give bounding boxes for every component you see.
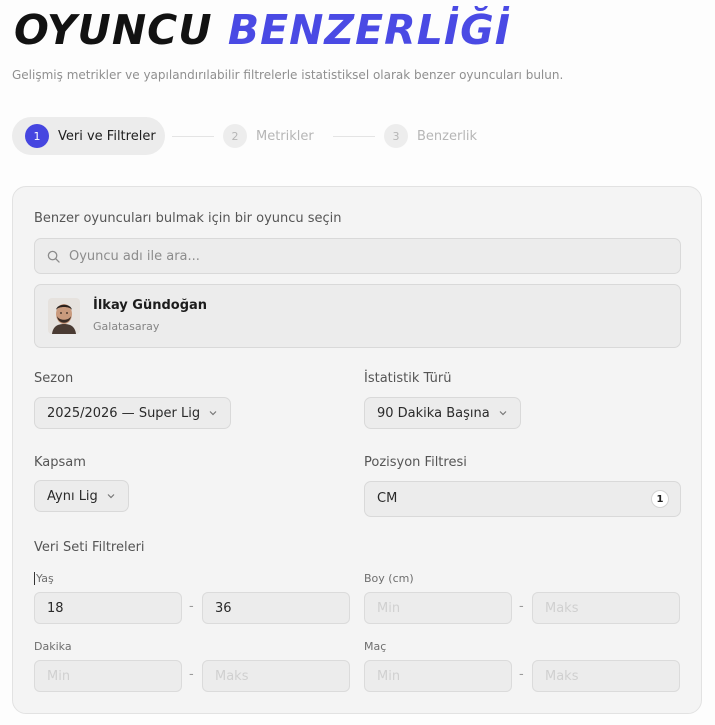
step-number: 1: [25, 124, 49, 148]
height-max-input[interactable]: Maks: [532, 592, 680, 624]
height-min-input[interactable]: Min: [364, 592, 512, 624]
matches-max-input[interactable]: Maks: [532, 660, 680, 692]
age-max-input[interactable]: 36: [202, 592, 350, 624]
dataset-filters-label: Veri Seti Filtreleri: [34, 540, 145, 555]
stepper: 1 Veri ve Filtreler 2 Metrikler 3 Benzer…: [12, 117, 532, 155]
range-separator: -: [519, 599, 524, 614]
range-separator: -: [189, 599, 194, 614]
stat-type-label: İstatistik Türü: [364, 371, 452, 386]
step-similarity[interactable]: 3 Benzerlik: [384, 117, 477, 155]
title-part-2: BENZERLİĞİ: [227, 6, 512, 54]
age-label: Yaş: [36, 572, 54, 585]
player-team: Galatasaray: [93, 320, 160, 333]
title-part-1: OYUNCU: [14, 6, 213, 54]
step-connector: [333, 136, 375, 137]
age-min-input[interactable]: 18: [34, 592, 182, 624]
search-placeholder: Oyuncu adı ile ara...: [69, 248, 200, 264]
player-select-label: Benzer oyuncuları bulmak için bir oyuncu…: [34, 211, 342, 226]
position-filter-select[interactable]: CM 1: [364, 481, 681, 517]
position-filter-label: Pozisyon Filtresi: [364, 455, 467, 470]
step-number: 3: [384, 124, 408, 148]
matches-min-input[interactable]: Min: [364, 660, 512, 692]
minutes-label: Dakika: [34, 640, 72, 653]
stat-type-select[interactable]: 90 Dakika Başına: [364, 397, 521, 429]
height-label: Boy (cm): [364, 572, 414, 585]
step-label: Metrikler: [256, 128, 314, 144]
scope-label: Kapsam: [34, 455, 86, 470]
step-data-filters[interactable]: 1 Veri ve Filtreler: [12, 117, 165, 155]
position-count-badge: 1: [651, 490, 669, 508]
player-avatar: [48, 298, 80, 334]
filters-card: Benzer oyuncuları bulmak için bir oyuncu…: [12, 186, 702, 714]
player-name: İlkay Gündoğan: [93, 298, 208, 313]
step-metrics[interactable]: 2 Metrikler: [223, 117, 314, 155]
chevron-down-icon: [499, 411, 507, 416]
player-search-input[interactable]: Oyuncu adı ile ara...: [34, 238, 681, 274]
stat-type-value: 90 Dakika Başına: [377, 405, 490, 421]
page-subtitle: Gelişmiş metrikler ve yapılandırılabilir…: [12, 68, 564, 82]
range-separator: -: [189, 667, 194, 682]
text-cursor: [34, 572, 35, 585]
step-label: Benzerlik: [417, 128, 478, 144]
step-number: 2: [223, 124, 247, 148]
position-value: CM: [377, 491, 398, 506]
step-label: Veri ve Filtreler: [58, 128, 156, 144]
season-select[interactable]: 2025/2026 — Super Lig: [34, 397, 232, 429]
range-separator: -: [519, 667, 524, 682]
scope-value: Aynı Lig: [47, 488, 98, 504]
minutes-min-input[interactable]: Min: [34, 660, 182, 692]
chevron-down-icon: [209, 411, 217, 416]
search-icon: [47, 250, 60, 263]
page-title: OYUNCU BENZERLİĞİ: [14, 6, 511, 54]
season-value: 2025/2026 — Super Lig: [47, 405, 201, 421]
step-connector: [172, 136, 214, 137]
selected-player[interactable]: İlkay Gündoğan Galatasaray: [34, 284, 681, 348]
chevron-down-icon: [107, 494, 115, 499]
scope-select[interactable]: Aynı Lig: [34, 480, 129, 512]
minutes-max-input[interactable]: Maks: [202, 660, 350, 692]
season-label: Sezon: [34, 371, 74, 386]
matches-label: Maç: [364, 640, 387, 653]
